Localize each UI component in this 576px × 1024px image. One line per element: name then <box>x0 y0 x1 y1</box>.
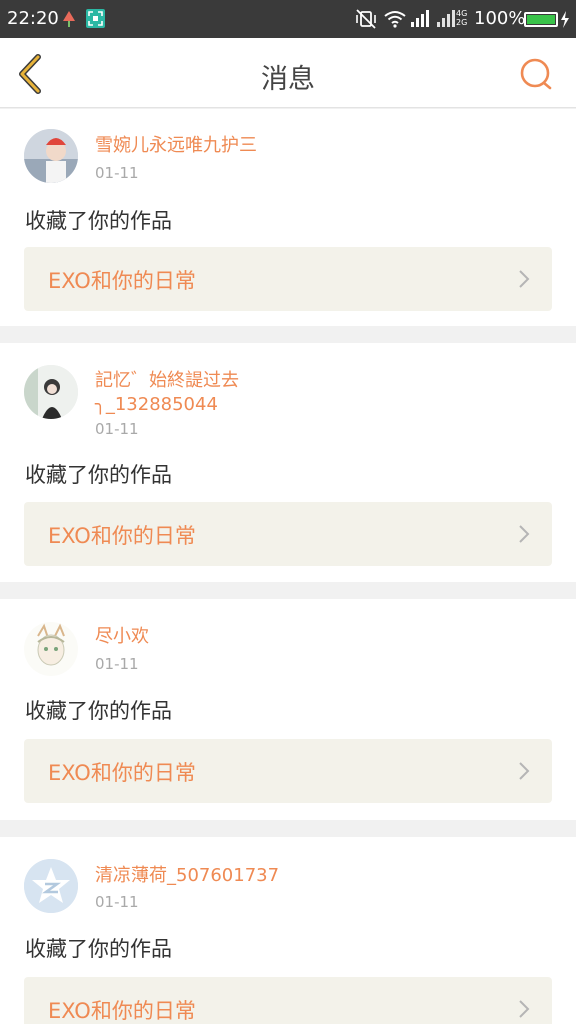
chevron-right-icon <box>519 1000 530 1018</box>
avatar[interactable] <box>24 129 78 183</box>
message-action-text: 收藏了你的作品 <box>25 699 172 723</box>
default-avatar-icon <box>24 859 78 913</box>
message-card: 清凉薄荷_507601737 01-11 收藏了你的作品 EXO和你的日常 <box>0 837 576 1024</box>
work-title: EXO和你的日常 <box>48 999 196 1023</box>
work-title: EXO和你的日常 <box>48 269 196 293</box>
message-date: 01-11 <box>95 420 139 438</box>
user-name[interactable]: 記忆゛始終諟过去 ╮_132885044 <box>95 369 239 417</box>
search-button[interactable] <box>519 57 553 91</box>
battery-percent: 100% <box>474 8 526 29</box>
message-date: 01-11 <box>95 164 139 182</box>
signal-icon-sim1 <box>410 10 430 32</box>
work-link[interactable]: EXO和你的日常 <box>24 739 552 803</box>
notification-app-icon <box>62 9 76 29</box>
message-date: 01-11 <box>95 655 139 673</box>
battery-icon <box>524 12 558 27</box>
chevron-right-icon <box>519 762 530 780</box>
message-action-text: 收藏了你的作品 <box>25 937 172 961</box>
network-type: 4G 2G <box>456 9 468 27</box>
user-name[interactable]: 尽小欢 <box>95 625 149 649</box>
signal-icon-sim2 <box>436 10 456 32</box>
charging-icon <box>560 11 570 32</box>
work-title: EXO和你的日常 <box>48 761 196 785</box>
work-link[interactable]: EXO和你的日常 <box>24 502 552 566</box>
user-name[interactable]: 清凉薄荷_507601737 <box>95 864 279 888</box>
chevron-right-icon <box>519 270 530 288</box>
user-name[interactable]: 雪婉儿永远唯九护三 <box>95 134 257 158</box>
screenshot-notification-icon <box>86 9 105 28</box>
vibrate-off-icon <box>355 9 377 33</box>
message-date: 01-11 <box>95 893 139 911</box>
page-title: 消息 <box>261 64 315 95</box>
avatar[interactable] <box>24 622 78 676</box>
message-action-text: 收藏了你的作品 <box>25 209 172 233</box>
work-link[interactable]: EXO和你的日常 <box>24 247 552 311</box>
header-bar: 消息 <box>0 38 576 108</box>
search-icon <box>520 58 552 90</box>
wifi-icon <box>384 10 406 32</box>
status-time: 22:20 <box>7 8 59 29</box>
work-title: EXO和你的日常 <box>48 524 196 548</box>
avatar[interactable] <box>24 365 78 419</box>
message-action-text: 收藏了你的作品 <box>25 463 172 487</box>
chevron-right-icon <box>519 525 530 543</box>
message-card: 雪婉儿永远唯九护三 01-11 收藏了你的作品 EXO和你的日常 <box>0 109 576 326</box>
avatar[interactable] <box>24 859 78 913</box>
message-card: 尽小欢 01-11 收藏了你的作品 EXO和你的日常 <box>0 599 576 820</box>
message-card: 記忆゛始終諟过去 ╮_132885044 01-11 收藏了你的作品 EXO和你… <box>0 343 576 582</box>
work-link[interactable]: EXO和你的日常 <box>24 977 552 1024</box>
status-bar: 22:20 4G 2G 100% <box>0 0 576 38</box>
